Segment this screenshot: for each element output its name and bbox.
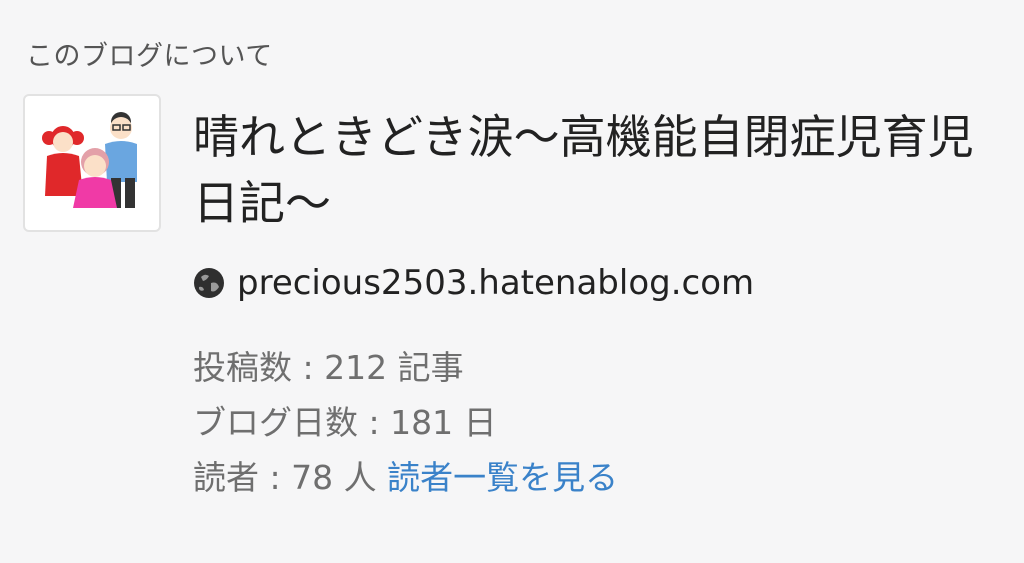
blog-url[interactable]: precious2503.hatenablog.com [237,263,754,303]
reader-row: 読者 : 78 人 読者一覧を見る [193,450,618,505]
blog-stats: 投稿数 : 212 記事 ブログ日数 : 181 日 読者 : 78 人 読者一… [193,340,618,505]
family-illustration-icon [42,112,137,208]
blog-days: ブログ日数 : 181 日 [193,403,497,442]
blog-icon[interactable] [23,94,161,232]
post-count: 投稿数 : 212 記事 [193,348,464,387]
reader-count: 読者 : 78 人 [193,458,377,497]
blog-title[interactable]: 晴れときどき涙〜高機能自閉症児育児日記〜 [193,104,993,236]
reader-list-link[interactable]: 読者一覧を見る [387,458,618,497]
blog-url-row[interactable]: precious2503.hatenablog.com [193,263,754,303]
section-heading: このブログについて [26,41,273,72]
globe-icon [194,268,224,298]
